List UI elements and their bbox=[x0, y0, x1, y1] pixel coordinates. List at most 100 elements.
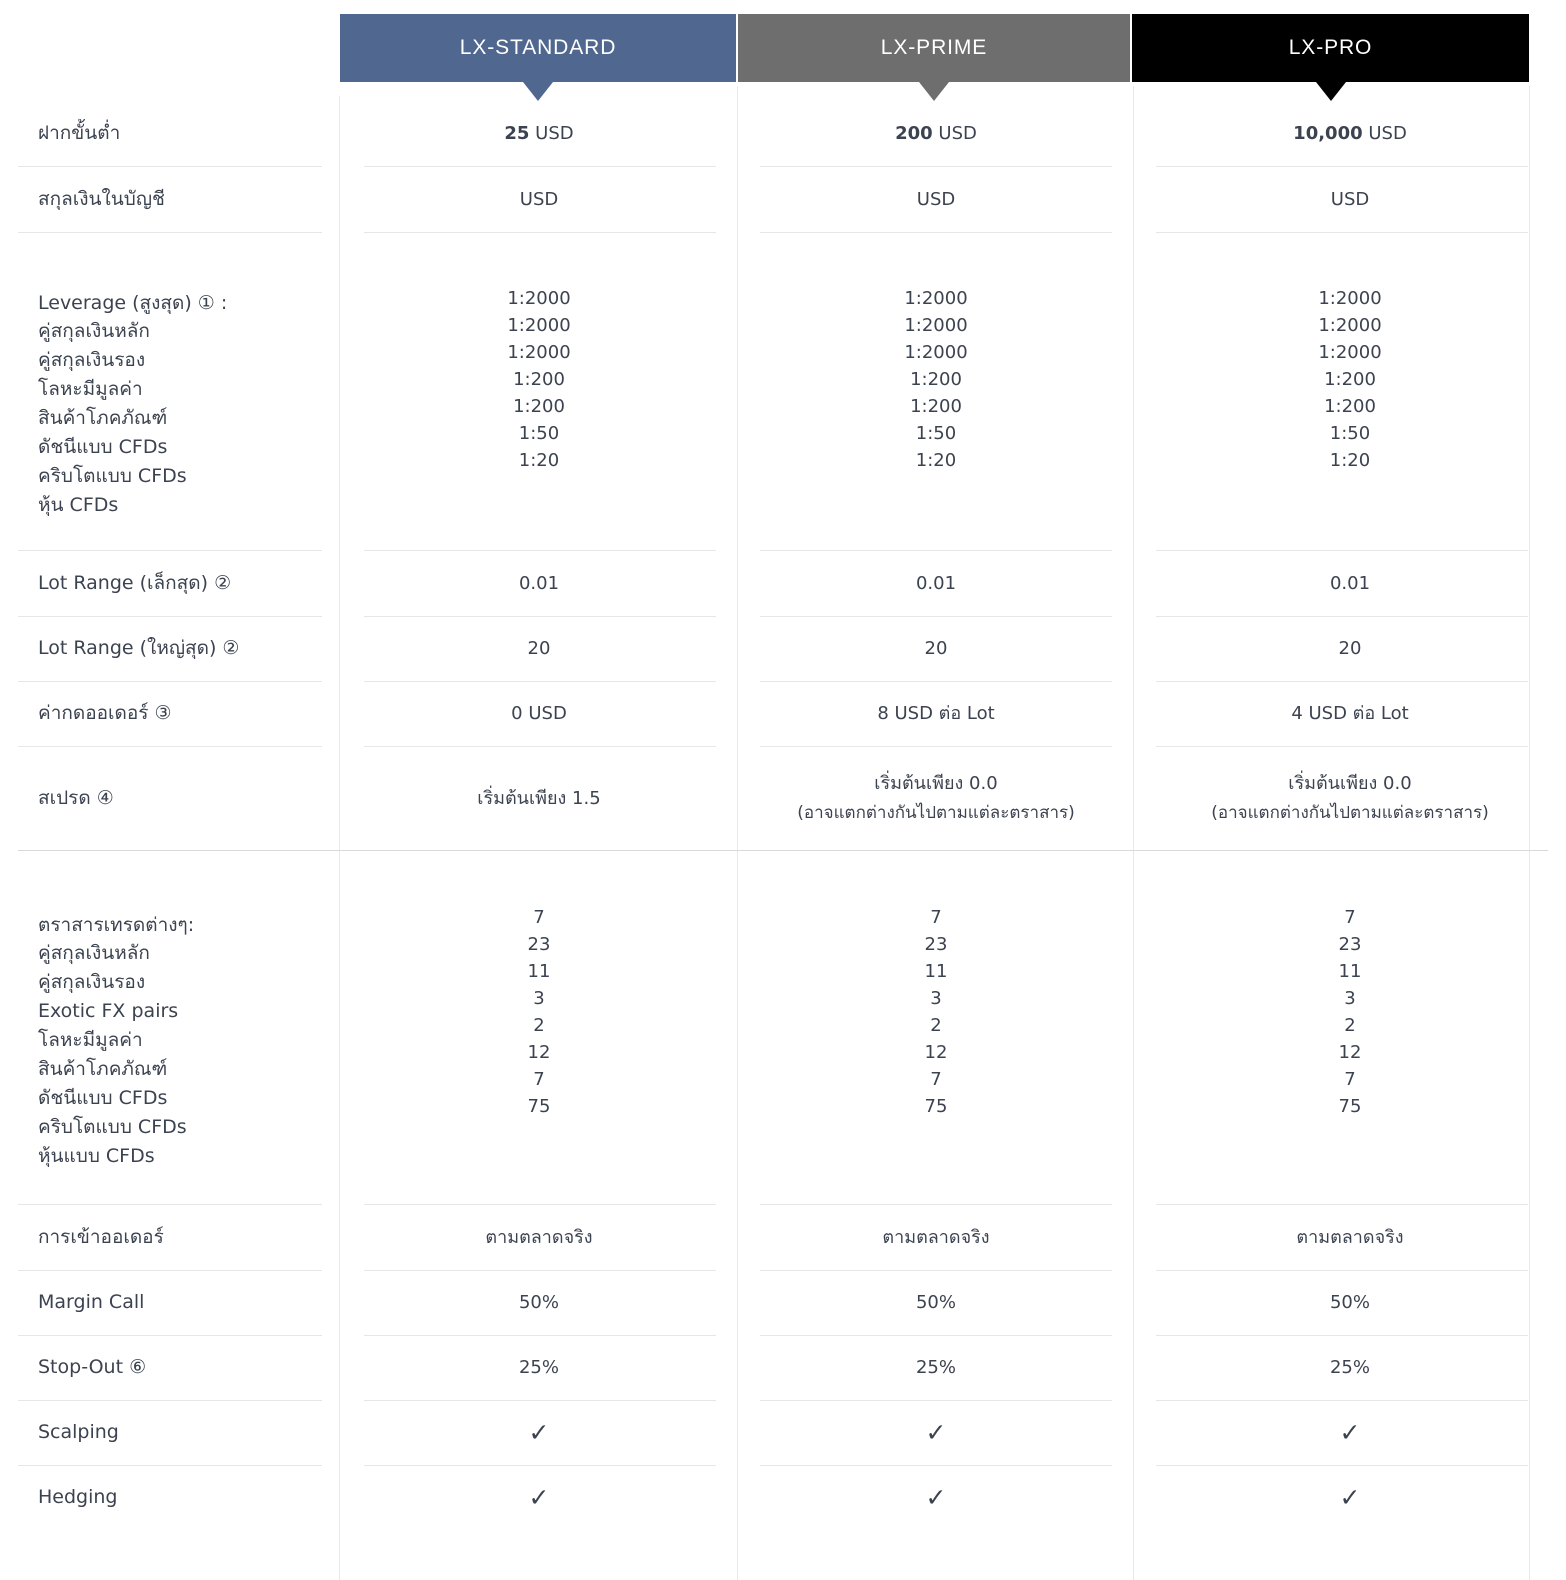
cell-value: 7 bbox=[533, 1069, 545, 1090]
cell-value: 1:2000 bbox=[904, 315, 968, 336]
table-row: Stop-Out ⑥ 25% 25% 25% bbox=[0, 1335, 1566, 1400]
check-icon: ✓ bbox=[925, 1483, 947, 1512]
row-label-text: Scalping bbox=[38, 1421, 119, 1444]
table-row: Margin Call 50% 50% 50% bbox=[0, 1270, 1566, 1335]
cell-value: 12 bbox=[924, 1042, 948, 1063]
row-label-leverage: Leverage (สูงสุด) ① : คู่สกุลเงินหลัก คู… bbox=[0, 232, 340, 550]
cell-value: เริ่มต้นเพียง 1.5 bbox=[477, 787, 601, 809]
cell-value: เริ่มต้นเพียง 0.0 bbox=[874, 772, 998, 794]
cell-value: 2 bbox=[930, 1015, 942, 1036]
cell-instruments-standard: 7 23 11 3 2 12 7 75 bbox=[340, 851, 738, 1204]
table-row: Lot Range (ใหญ่สุด) ② 20 20 20 bbox=[0, 616, 1566, 681]
row-label-hedging: Hedging bbox=[0, 1465, 340, 1530]
plan-header-row: LX-STANDARD LX-PRIME LX-PRO bbox=[0, 14, 1566, 101]
cell-value: 75 bbox=[527, 1096, 551, 1117]
cell-value: 0.01 bbox=[915, 572, 957, 594]
table-row: Lot Range (เล็กสุด) ② 0.01 0.01 0.01 bbox=[0, 550, 1566, 616]
instrument-item-label: ดัชนีแบบ CFDs bbox=[38, 1086, 168, 1109]
cell-value: 75 bbox=[1338, 1096, 1362, 1117]
cell-commission-prime: 8 USD ต่อ Lot bbox=[738, 681, 1134, 746]
row-label-lot-min: Lot Range (เล็กสุด) ② bbox=[0, 550, 340, 616]
cell-value: 7 bbox=[1344, 1069, 1356, 1090]
cell-leverage-standard: 1:2000 1:2000 1:2000 1:200 1:200 1:50 1:… bbox=[340, 232, 738, 550]
plan-header-label: LX-PRO bbox=[1288, 36, 1373, 59]
account-comparison-table: LX-STANDARD LX-PRIME LX-PRO ฝากขั้นต่ำ 2… bbox=[0, 0, 1566, 1580]
cell-margin-call-pro: 50% bbox=[1134, 1270, 1566, 1335]
cell-value: USD bbox=[519, 188, 559, 210]
cell-hedging-prime: ✓ bbox=[738, 1465, 1134, 1530]
leverage-item-label: โลหะมีมูลค่า bbox=[38, 378, 143, 401]
triangle-pointer-icon bbox=[1315, 82, 1346, 101]
cell-margin-call-prime: 50% bbox=[738, 1270, 1134, 1335]
cell-value: 10,000 USD bbox=[1293, 122, 1407, 144]
cell-value-note: (อาจแตกต่างกันไปตามแต่ละตราสาร) bbox=[1211, 802, 1489, 823]
leverage-item-label: คู่สกุลเงินหลัก bbox=[38, 320, 150, 343]
cell-min-deposit-prime: 200 USD bbox=[738, 100, 1134, 166]
cell-value: 50% bbox=[1329, 1292, 1370, 1313]
table-row: สเปรด ④ เริ่มต้นเพียง 1.5 เริ่มต้นเพียง … bbox=[0, 746, 1566, 850]
row-label-text: สเปรด ④ bbox=[38, 786, 114, 809]
cell-value: 0 USD bbox=[511, 703, 567, 724]
cell-value: 12 bbox=[527, 1042, 551, 1063]
cell-value: 1:2000 bbox=[1318, 288, 1382, 309]
leverage-item-label: สินค้าโภคภัณฑ์ bbox=[38, 407, 168, 429]
table-row: ฝากขั้นต่ำ 25 USD 200 USD 10,000 USD bbox=[0, 100, 1566, 166]
cell-value: 1:200 bbox=[910, 396, 962, 417]
cell-value: 23 bbox=[924, 934, 948, 955]
cell-stop-out-pro: 25% bbox=[1134, 1335, 1566, 1400]
row-label-execution: การเข้าออเดอร์ bbox=[0, 1204, 340, 1270]
cell-value: 200 USD bbox=[895, 122, 977, 144]
table-row: ค่ากดออเดอร์ ③ 0 USD 8 USD ต่อ Lot 4 USD… bbox=[0, 681, 1566, 746]
cell-value: เริ่มต้นเพียง 0.0 bbox=[1288, 772, 1412, 794]
cell-value: 4 USD ต่อ Lot bbox=[1291, 703, 1409, 724]
row-label-margin-call: Margin Call bbox=[0, 1270, 340, 1335]
cell-value: 23 bbox=[527, 934, 551, 955]
cell-value: 7 bbox=[533, 907, 545, 928]
cell-spread-standard: เริ่มต้นเพียง 1.5 bbox=[340, 746, 738, 850]
cell-value: 1:50 bbox=[1329, 423, 1371, 444]
row-label-text: ฝากขั้นต่ำ bbox=[38, 121, 121, 144]
cell-value: 1:20 bbox=[915, 450, 957, 471]
cell-commission-standard: 0 USD bbox=[340, 681, 738, 746]
check-icon: ✓ bbox=[1339, 1418, 1361, 1447]
cell-value: 11 bbox=[1338, 961, 1362, 982]
cell-leverage-prime: 1:2000 1:2000 1:2000 1:200 1:200 1:50 1:… bbox=[738, 232, 1134, 550]
cell-lot-min-pro: 0.01 bbox=[1134, 550, 1566, 616]
table-row: Scalping ✓ ✓ ✓ bbox=[0, 1400, 1566, 1465]
cell-value: 7 bbox=[1344, 907, 1356, 928]
plan-header-lx-prime[interactable]: LX-PRIME bbox=[738, 14, 1130, 101]
plan-header-lx-standard[interactable]: LX-STANDARD bbox=[340, 14, 736, 101]
cell-value: 3 bbox=[1344, 988, 1356, 1009]
cell-value: 50% bbox=[518, 1292, 559, 1313]
triangle-pointer-icon bbox=[523, 82, 553, 101]
plan-header-lx-pro[interactable]: LX-PRO bbox=[1132, 14, 1529, 101]
row-label-stop-out: Stop-Out ⑥ bbox=[0, 1335, 340, 1400]
cell-value: 1:20 bbox=[1329, 450, 1371, 471]
instrument-item-label: คริบโตแบบ CFDs bbox=[38, 1115, 187, 1138]
cell-value: 0.01 bbox=[518, 572, 560, 594]
cell-instruments-prime: 7 23 11 3 2 12 7 75 bbox=[738, 851, 1134, 1204]
instrument-item-label: สินค้าโภคภัณฑ์ bbox=[38, 1057, 168, 1080]
comparison-grid: ฝากขั้นต่ำ 25 USD 200 USD 10,000 USD สกุ… bbox=[0, 100, 1566, 1530]
cell-value: ตามตลาดจริง bbox=[1296, 1226, 1404, 1248]
check-icon: ✓ bbox=[528, 1418, 550, 1447]
cell-account-currency-pro: USD bbox=[1134, 166, 1566, 232]
instrument-item-label: หุ้นแบบ CFDs bbox=[38, 1144, 155, 1167]
cell-spread-prime: เริ่มต้นเพียง 0.0 (อาจแตกต่างกันไปตามแต่… bbox=[738, 746, 1134, 850]
row-label-text: Lot Range (ใหญ่สุด) ② bbox=[38, 637, 240, 660]
cell-value: 7 bbox=[930, 1069, 942, 1090]
cell-value: 25% bbox=[1329, 1357, 1370, 1378]
instrument-item-label: โลหะมีมูลค่า bbox=[38, 1029, 143, 1052]
cell-hedging-standard: ✓ bbox=[340, 1465, 738, 1530]
row-label-text: การเข้าออเดอร์ bbox=[38, 1225, 164, 1248]
check-icon: ✓ bbox=[528, 1483, 550, 1512]
leverage-item-label: คริบโตแบบ CFDs bbox=[38, 464, 187, 487]
cell-min-deposit-standard: 25 USD bbox=[340, 100, 738, 166]
instruments-heading: ตราสารเทรดต่างๆ: bbox=[38, 913, 195, 936]
cell-value: 20 bbox=[924, 638, 948, 659]
cell-value: 25 USD bbox=[504, 122, 574, 144]
table-row: สกุลเงินในบัญชี USD USD USD bbox=[0, 166, 1566, 232]
triangle-pointer-icon bbox=[919, 82, 949, 101]
cell-value: 8 USD ต่อ Lot bbox=[877, 703, 995, 724]
plan-header-label: LX-STANDARD bbox=[459, 36, 617, 59]
